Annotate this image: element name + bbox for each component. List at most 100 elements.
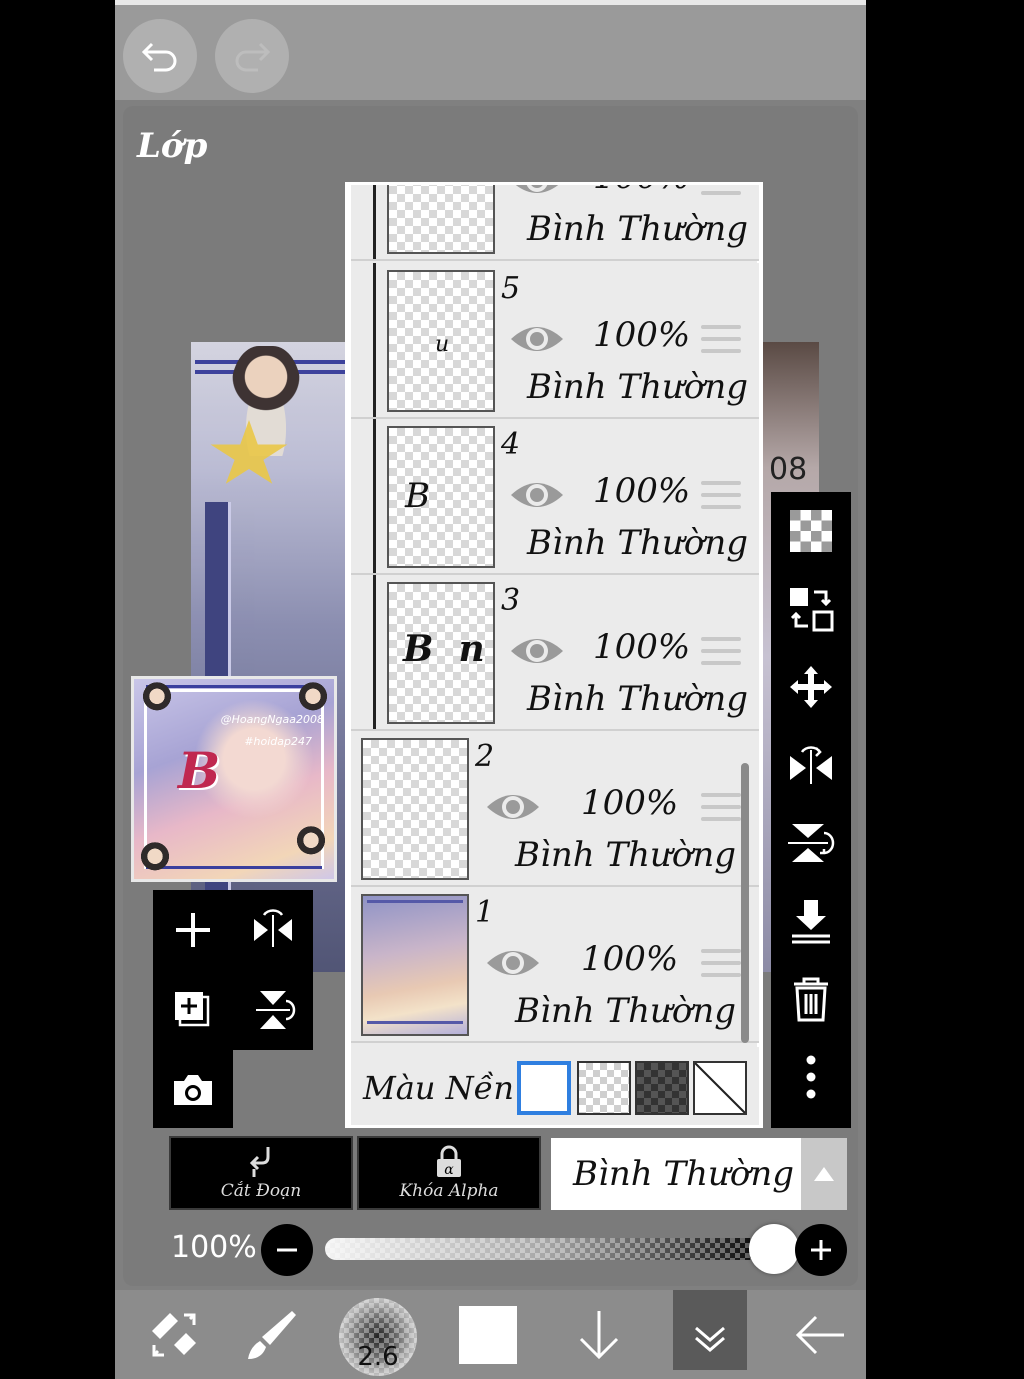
opacity-slider[interactable] bbox=[325, 1238, 765, 1260]
layers-button[interactable] bbox=[673, 1290, 747, 1370]
delete-layer-button[interactable] bbox=[771, 960, 851, 1038]
transparency-button[interactable] bbox=[771, 492, 851, 570]
layer-thumbnail: B n bbox=[387, 582, 495, 724]
layer-tools-right bbox=[771, 492, 851, 1128]
layer-opacity: 100% bbox=[581, 783, 679, 823]
brush-icon bbox=[248, 1310, 296, 1359]
blend-mode-arrow-icon[interactable] bbox=[801, 1138, 847, 1210]
undo-button[interactable] bbox=[123, 19, 197, 93]
visibility-eye-icon[interactable] bbox=[509, 631, 565, 671]
add-layer-icon bbox=[176, 913, 210, 947]
layer-row[interactable]: 2 100% Bình Thường bbox=[351, 731, 759, 887]
canvas-preview[interactable]: @HoangNgaa2008 #hoidap247 B bbox=[131, 676, 337, 882]
layer-list-scrollbar[interactable] bbox=[741, 763, 749, 1043]
transform-tool-button[interactable] bbox=[129, 1290, 219, 1379]
flip-vertical-icon bbox=[788, 824, 835, 862]
back-button[interactable] bbox=[777, 1290, 863, 1379]
color-swatch[interactable] bbox=[459, 1306, 517, 1364]
brush-tool-button[interactable] bbox=[227, 1290, 317, 1379]
undo-icon bbox=[141, 42, 177, 72]
layer-number: 4 bbox=[501, 427, 521, 462]
add-layer-button[interactable] bbox=[153, 890, 233, 970]
alpha-lock-button[interactable]: α Khóa Alpha bbox=[357, 1136, 541, 1210]
transform-icon bbox=[152, 1312, 196, 1356]
visibility-eye-icon[interactable] bbox=[485, 943, 541, 983]
layer-blend-mode: Bình Thường bbox=[515, 835, 737, 875]
drag-handle-icon[interactable] bbox=[701, 185, 741, 197]
visibility-eye-icon[interactable] bbox=[509, 185, 565, 201]
flip-horizontal-icon bbox=[790, 746, 832, 784]
opacity-slider-knob[interactable] bbox=[749, 1224, 799, 1274]
layer-blend-mode: Bình Thường bbox=[527, 367, 749, 407]
brush-size-value: 2.6 bbox=[357, 1342, 399, 1372]
panel-title: Lớp bbox=[137, 126, 208, 166]
clipping-button[interactable]: Cắt Đoạn bbox=[169, 1136, 353, 1210]
background-none-swatch[interactable] bbox=[693, 1061, 747, 1115]
layer-opacity: 100% bbox=[593, 315, 691, 355]
transparency-icon bbox=[790, 510, 832, 552]
back-arrow-icon bbox=[795, 1315, 844, 1354]
visibility-eye-icon[interactable] bbox=[485, 787, 541, 827]
layer-thumbnail: B bbox=[387, 426, 495, 568]
drag-handle-icon[interactable] bbox=[701, 949, 741, 979]
layer-row[interactable]: B 4 100% Bình Thường bbox=[351, 419, 759, 575]
layer-opacity: 100% bbox=[593, 627, 691, 667]
background-color-label: Màu Nền bbox=[363, 1069, 514, 1107]
import-photo-button[interactable] bbox=[153, 1050, 233, 1130]
layers-icon bbox=[695, 1326, 725, 1352]
duplicate-layer-icon bbox=[175, 992, 210, 1027]
background-dark-checker-swatch[interactable] bbox=[635, 1061, 689, 1115]
layer-panel: Lớp 08 @HoangNgaa2008 #hoidap247 B Bình … bbox=[123, 106, 858, 1286]
layer-number: 3 bbox=[501, 583, 521, 618]
flip-layer-horizontal-button[interactable] bbox=[233, 890, 313, 970]
opacity-value: 100% bbox=[171, 1230, 257, 1265]
more-options-button[interactable] bbox=[771, 1038, 851, 1116]
visibility-eye-icon[interactable] bbox=[509, 475, 565, 515]
trash-icon bbox=[794, 977, 828, 1022]
blend-mode-select[interactable]: Bình Thường bbox=[551, 1138, 801, 1210]
layer-blend-mode: Bình Thường bbox=[515, 991, 737, 1031]
flip-layer-vertical-button[interactable] bbox=[233, 970, 313, 1050]
flip-horizontal-button[interactable] bbox=[771, 726, 851, 804]
layer-thumbnail bbox=[387, 185, 495, 254]
layer-number: 5 bbox=[501, 271, 521, 306]
layer-blend-mode: Bình Thường bbox=[527, 209, 749, 249]
layer-thumbnail bbox=[361, 738, 469, 880]
background-white-swatch[interactable] bbox=[517, 1061, 571, 1115]
redo-button[interactable] bbox=[215, 19, 289, 93]
swap-layers-button[interactable] bbox=[771, 570, 851, 648]
layer-blend-mode: Bình Thường bbox=[527, 679, 749, 719]
clipping-label: Cắt Đoạn bbox=[220, 1181, 302, 1201]
layer-opacity: 100% bbox=[593, 471, 691, 511]
app-window: Lớp 08 @HoangNgaa2008 #hoidap247 B Bình … bbox=[115, 0, 866, 1379]
background-color-row: Màu Nền bbox=[351, 1047, 759, 1125]
layer-row[interactable]: 1 100% Bình Thường bbox=[351, 887, 759, 1043]
brush-size-button[interactable]: 2.6 bbox=[339, 1298, 417, 1376]
layer-row[interactable]: 100% Bình Thường bbox=[351, 185, 759, 261]
canvas-number: 08 bbox=[769, 452, 808, 487]
flip-vertical-button[interactable] bbox=[771, 804, 851, 882]
opacity-increase-button[interactable] bbox=[795, 1224, 847, 1276]
drag-handle-icon[interactable] bbox=[701, 325, 741, 355]
layer-tools-left-bottom bbox=[153, 1050, 233, 1128]
opacity-decrease-button[interactable] bbox=[261, 1224, 313, 1276]
move-layer-button[interactable] bbox=[771, 648, 851, 726]
duplicate-layer-button[interactable] bbox=[153, 970, 233, 1050]
flip-horizontal-icon bbox=[254, 909, 292, 947]
arrow-down-icon bbox=[579, 1310, 619, 1359]
layer-tools-left bbox=[153, 890, 313, 1050]
layer-down-button[interactable] bbox=[559, 1290, 639, 1379]
layer-opacity: 100% bbox=[581, 939, 679, 979]
merge-down-button[interactable] bbox=[771, 882, 851, 960]
layer-list[interactable]: 100% Bình Thường u 5 100% Bình Thường bbox=[345, 182, 763, 1128]
layer-row[interactable]: B n 3 100% Bình Thường bbox=[351, 575, 759, 731]
background-transparent-swatch[interactable] bbox=[577, 1061, 631, 1115]
preview-watermark: @HoangNgaa2008 bbox=[220, 713, 324, 726]
visibility-eye-icon[interactable] bbox=[509, 319, 565, 359]
swap-layers-icon bbox=[790, 588, 834, 632]
preview-hashtag: #hoidap247 bbox=[244, 735, 312, 748]
drag-handle-icon[interactable] bbox=[701, 793, 741, 823]
drag-handle-icon[interactable] bbox=[701, 637, 741, 667]
drag-handle-icon[interactable] bbox=[701, 481, 741, 511]
layer-row[interactable]: u 5 100% Bình Thường bbox=[351, 263, 759, 419]
